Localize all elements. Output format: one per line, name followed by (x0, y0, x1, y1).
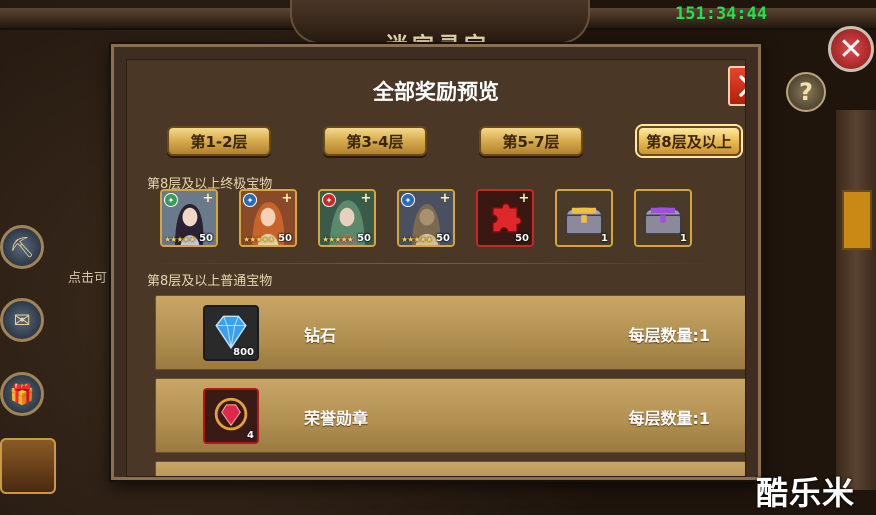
gauge-fill (842, 190, 872, 250)
floor-tabs: 第1-2层 第3-4层 第5-7层 第8层及以上 (167, 126, 742, 156)
section-divider (147, 263, 715, 264)
diamond-item[interactable]: 800 (203, 305, 259, 361)
purple-chest-item[interactable]: 1 (634, 189, 692, 247)
star-rating: ★★★★★ (401, 235, 433, 244)
faction-icon: ✦ (164, 193, 178, 207)
reward-name: 钻石 (304, 326, 337, 345)
item-count: 50 (357, 233, 371, 244)
ultimate-items-row: ✦ + ★★★★★ 50 ✦ + ★★★★★ 50 ✦ + ★★★★★ 50 ✦… (160, 189, 700, 247)
pickaxe-icon[interactable]: ⛏ (0, 225, 44, 269)
tab-floor-3-4[interactable]: 第3-4层 (323, 126, 427, 156)
tab-floor-8-plus[interactable]: 第8层及以上 (637, 126, 741, 156)
gold-chest-item[interactable]: 1 (555, 189, 613, 247)
reward-quantity: 每层数量:1 (628, 409, 710, 428)
faction-icon: ✦ (401, 193, 415, 207)
item-count: 50 (515, 233, 529, 244)
star-rating: ★★★★★ (164, 235, 196, 244)
plus-icon: + (518, 191, 530, 206)
close-button[interactable] (728, 66, 745, 106)
close-x-icon (739, 75, 745, 97)
reward-quantity: 每层数量:1 (628, 326, 710, 345)
tab-floor-1-2[interactable]: 第1-2层 (167, 126, 271, 156)
faction-icon: ✦ (322, 193, 336, 207)
item-count: 50 (278, 233, 292, 244)
plus-icon: + (281, 191, 293, 206)
background-close-icon[interactable]: ✕ (828, 26, 874, 72)
mail-icon[interactable]: ✉ (0, 298, 44, 342)
plus-icon: + (439, 191, 451, 206)
reward-preview-dialog: 全部奖励预览 第1-2层 第3-4层 第5-7层 第8层及以上 第8层及以上终极… (111, 44, 761, 480)
right-pipe-panel (836, 110, 876, 490)
item-count: 1 (680, 233, 687, 244)
reward-row-partial (155, 461, 745, 476)
reward-name: 荣誉勋章 (304, 409, 369, 428)
star-rating: ★★★★★ (243, 235, 275, 244)
help-icon[interactable]: ? (786, 72, 826, 112)
item-count: 50 (436, 233, 450, 244)
honor-medal-item[interactable]: 4 (203, 388, 259, 444)
tab-floor-5-7[interactable]: 第5-7层 (479, 126, 583, 156)
plus-icon: + (202, 191, 214, 206)
item-count: 1 (601, 233, 608, 244)
background-hint-text: 点击可 (68, 271, 108, 286)
dialog-title: 全部奖励预览 (373, 80, 499, 104)
item-count: 4 (247, 430, 254, 441)
faction-icon: ✦ (243, 193, 257, 207)
hero-item-3[interactable]: ✦ + ★★★★★ 50 (318, 189, 376, 247)
normal-section-label: 第8层及以上普通宝物 (147, 274, 273, 289)
gift-icon[interactable]: 🎁 (0, 372, 44, 416)
hero-item-4[interactable]: ✦ + ★★★★★ 50 (397, 189, 455, 247)
treasure-chest-icon[interactable] (0, 438, 56, 494)
countdown-timer: 151:34:44 (675, 4, 768, 24)
item-count: 50 (199, 233, 213, 244)
dialog-body: 全部奖励预览 第1-2层 第3-4层 第5-7层 第8层及以上 第8层及以上终极… (126, 59, 746, 477)
item-count: 800 (233, 347, 254, 358)
reward-row-medal: 4 荣誉勋章 每层数量:1 (155, 378, 745, 453)
plus-icon: + (360, 191, 372, 206)
hero-item-1[interactable]: ✦ + ★★★★★ 50 (160, 189, 218, 247)
puzzle-item[interactable]: + 50 (476, 189, 534, 247)
hero-item-2[interactable]: ✦ + ★★★★★ 50 (239, 189, 297, 247)
star-rating: ★★★★★ (322, 235, 354, 244)
reward-row-diamond: 800 钻石 每层数量:1 (155, 295, 745, 370)
watermark: 酷乐米 (756, 474, 856, 512)
